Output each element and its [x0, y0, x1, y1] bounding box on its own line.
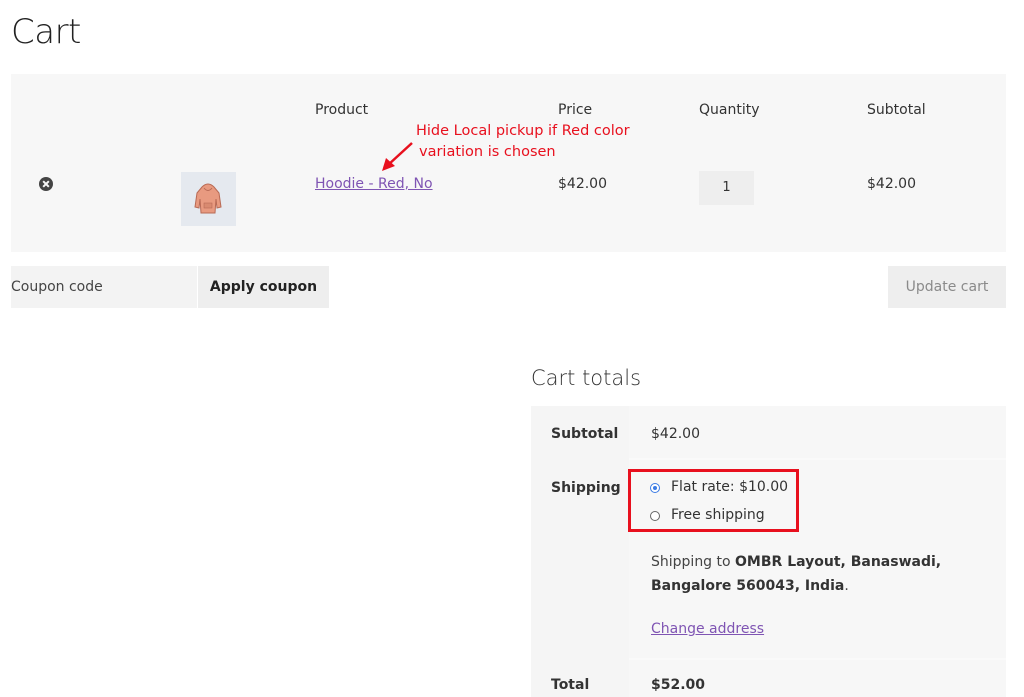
- cart-totals-title: Cart totals: [531, 366, 642, 390]
- coupon-placeholder: Coupon code: [11, 279, 103, 295]
- annotation-arrow-icon: [382, 142, 413, 171]
- highlight-box: [628, 469, 799, 532]
- apply-coupon-button[interactable]: Apply coupon: [198, 266, 329, 308]
- update-cart-button[interactable]: Update cart: [888, 266, 1006, 308]
- annotation-note: Hide Local pickup if Red color variation…: [416, 121, 630, 163]
- header-product: Product: [315, 102, 369, 118]
- change-address-link[interactable]: Change address: [651, 621, 764, 637]
- price-cell: $42.00: [558, 176, 607, 192]
- total-label: Total: [551, 677, 590, 693]
- subtotal-value: $42.00: [651, 426, 700, 442]
- coupon-code-input[interactable]: Coupon code: [11, 266, 197, 308]
- cart-table: Product Price Quantity Subtotal Hoodie -…: [11, 74, 1006, 252]
- totals-label-column: [531, 406, 629, 697]
- row-divider: [629, 458, 1006, 460]
- product-link[interactable]: Hoodie - Red, No: [315, 176, 433, 192]
- product-thumbnail[interactable]: [181, 172, 236, 226]
- hoodie-icon: [194, 183, 222, 214]
- total-value: $52.00: [651, 677, 706, 693]
- ship-to-prefix: Shipping to: [651, 554, 736, 570]
- row-divider: [629, 658, 1006, 660]
- shipping-destination: Shipping to OMBR Layout, Banaswadi, Bang…: [651, 550, 991, 598]
- shipping-label: Shipping: [551, 480, 621, 496]
- annotation-line-1: Hide Local pickup if Red color: [416, 123, 630, 139]
- annotation-line-2: variation is chosen: [419, 144, 556, 160]
- header-quantity: Quantity: [699, 102, 760, 118]
- quantity-input[interactable]: 1: [699, 171, 754, 205]
- header-subtotal: Subtotal: [867, 102, 926, 118]
- subtotal-label: Subtotal: [551, 426, 619, 442]
- page-title: Cart: [11, 12, 81, 52]
- subtotal-cell: $42.00: [867, 176, 916, 192]
- remove-item-icon[interactable]: [39, 177, 53, 191]
- ship-to-suffix: .: [844, 578, 849, 594]
- header-price: Price: [558, 102, 593, 118]
